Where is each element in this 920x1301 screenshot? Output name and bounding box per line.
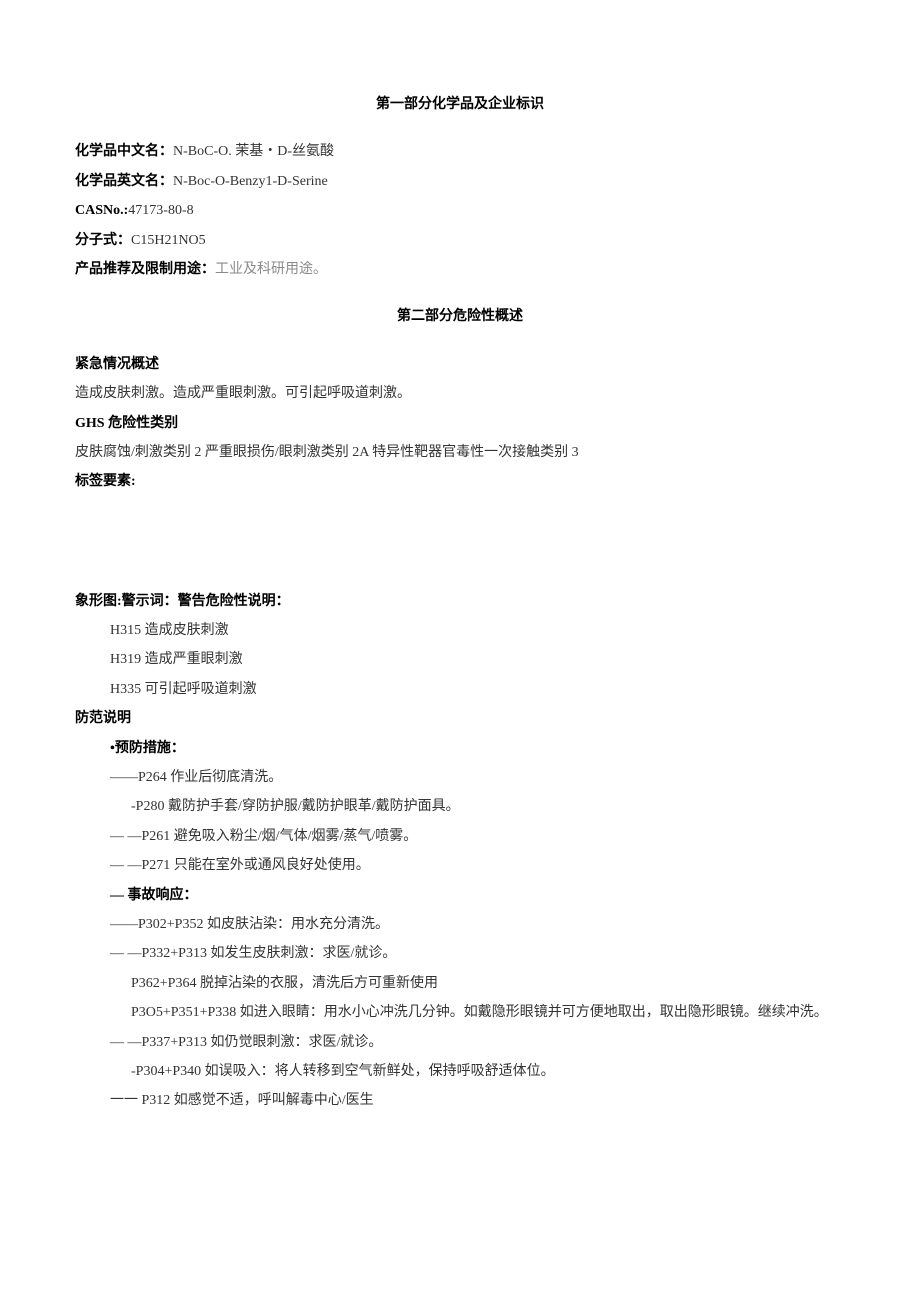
value-name-en: N-Boc-O-Benzy1-D-Serine bbox=[173, 174, 328, 189]
response-item: — —P332+P313 如发生皮肤刺激：求医/就诊。 bbox=[75, 939, 845, 968]
hazard-statement: H315 造成皮肤刺激 bbox=[75, 616, 845, 645]
label-name-cn: 化学品中文名： bbox=[75, 144, 173, 159]
field-name-en: 化学品英文名：N-Boc-O-Benzy1-D-Serine bbox=[75, 167, 845, 196]
response-item: -P304+P340 如误吸入：将人转移到空气新鲜处，保持呼吸舒适体位。 bbox=[75, 1057, 845, 1086]
prevention-item: — —P261 避免吸入粉尘/烟/气体/烟雾/蒸气/喷雾。 bbox=[75, 822, 845, 851]
emergency-text: 造成皮肤刺激。造成严重眼刺激。可引起呼吸道刺激。 bbox=[75, 379, 845, 408]
prevention-item: — —P271 只能在室外或通风良好处使用。 bbox=[75, 851, 845, 880]
value-name-cn: N-BoC-O. 茉基・D-丝氨酸 bbox=[173, 144, 334, 159]
response-item: — —P337+P313 如仍觉眼刺激：求医/就诊。 bbox=[75, 1028, 845, 1057]
pictogram-line: 象形图:警示词：警告危险性说明： bbox=[75, 587, 845, 616]
label-use: 产品推荐及限制用途： bbox=[75, 262, 215, 277]
field-use: 产品推荐及限制用途：工业及科研用途。 bbox=[75, 255, 845, 284]
response-item: P362+P364 脱掉沾染的衣服，清洗后方可重新使用 bbox=[75, 969, 845, 998]
ghs-text: 皮肤腐蚀/刺激类别 2 严重眼损伤/眼刺激类别 2A 特异性靶器官毒性一次接触类… bbox=[75, 438, 845, 467]
hazard-statement: H335 可引起呼吸道刺激 bbox=[75, 675, 845, 704]
value-use: 工业及科研用途。 bbox=[215, 262, 327, 277]
value-cas: 47173-80-8 bbox=[128, 203, 193, 218]
prevention-item: -P280 戴防护手套/穿防护服/戴防护眼革/戴防护面具。 bbox=[75, 792, 845, 821]
emergency-heading: 紧急情况概述 bbox=[75, 350, 845, 379]
label-cas: CASNo.: bbox=[75, 203, 128, 218]
pictogram-area bbox=[75, 497, 845, 587]
precaution-heading: 防范说明 bbox=[75, 704, 845, 733]
field-name-cn: 化学品中文名：N-BoC-O. 茉基・D-丝氨酸 bbox=[75, 137, 845, 166]
response-item: ——P302+P352 如皮肤沾染：用水充分清洗。 bbox=[75, 910, 845, 939]
response-heading: — 事故响应： bbox=[75, 881, 845, 910]
document-page: 第一部分化学品及企业标识 化学品中文名：N-BoC-O. 茉基・D-丝氨酸 化学… bbox=[0, 0, 920, 1301]
label-elements-heading: 标签要素: bbox=[75, 467, 845, 496]
field-formula: 分子式：C15H21NO5 bbox=[75, 226, 845, 255]
section-2-title: 第二部分危险性概述 bbox=[75, 302, 845, 331]
prevention-heading: •预防措施： bbox=[75, 734, 845, 763]
ghs-heading: GHS 危险性类别 bbox=[75, 409, 845, 438]
response-item: P3O5+P351+P338 如进入眼睛：用水小心冲洗几分钟。如戴隐形眼镜并可方… bbox=[75, 998, 845, 1027]
label-formula: 分子式： bbox=[75, 233, 131, 248]
response-item: 一一 P312 如感觉不适，呼叫解毒中心/医生 bbox=[75, 1086, 845, 1115]
value-formula: C15H21NO5 bbox=[131, 233, 206, 248]
hazard-statement: H319 造成严重眼刺激 bbox=[75, 645, 845, 674]
label-name-en: 化学品英文名： bbox=[75, 174, 173, 189]
prevention-item: ——P264 作业后彻底清洗。 bbox=[75, 763, 845, 792]
field-cas: CASNo.:47173-80-8 bbox=[75, 196, 845, 225]
section-1-title: 第一部分化学品及企业标识 bbox=[75, 90, 845, 119]
